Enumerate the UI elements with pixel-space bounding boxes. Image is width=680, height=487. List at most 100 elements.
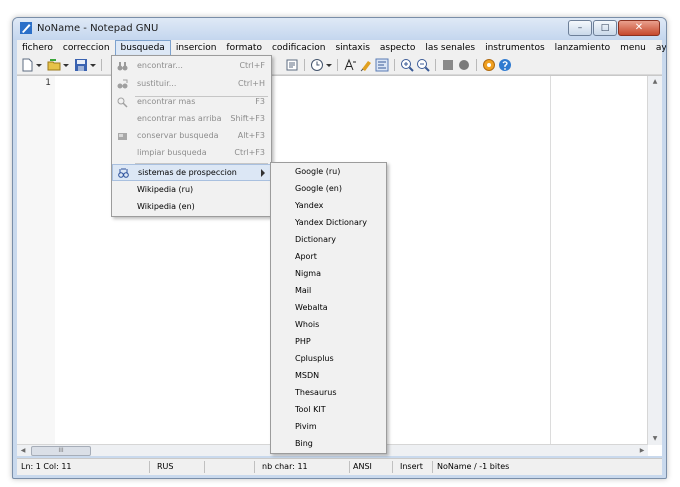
title-bar[interactable]: NoName - Notepad GNU – □ ✕	[13, 18, 666, 40]
menu-item-label: conservar busqueda	[137, 131, 219, 140]
menu-lanzamiento[interactable]: lanzamiento	[550, 40, 616, 56]
menu-correccion[interactable]: correccion	[58, 40, 115, 56]
menu-item-encontrar-mas-arriba[interactable]: encontrar mas arriba Shift+F3	[112, 111, 271, 128]
submenu-item-label: PHP	[295, 337, 311, 346]
new-file-icon[interactable]	[20, 58, 34, 72]
stop-icon[interactable]	[441, 58, 455, 72]
menu-item-sustituir[interactable]: sustituir... Ctrl+H	[112, 76, 271, 93]
status-separator	[254, 461, 255, 473]
menu-item-label: encontrar mas arriba	[137, 114, 222, 123]
menu-instrumentos[interactable]: instrumentos	[480, 40, 550, 56]
menu-item-sistemas-de-prospeccion[interactable]: sistemas de prospeccion	[112, 164, 271, 181]
menu-item-encontrar-mas[interactable]: encontrar mas F3	[112, 94, 271, 111]
clock-dropdown-icon[interactable]	[325, 58, 333, 72]
menu-item-limpiar-busqueda[interactable]: limpiar busqueda Ctrl+F3	[112, 145, 271, 162]
submenu-item-msdn[interactable]: MSDN	[271, 368, 386, 385]
record-icon[interactable]	[457, 58, 471, 72]
clock-icon[interactable]	[310, 58, 324, 72]
menu-codificacion[interactable]: codificacion	[267, 40, 330, 56]
scroll-left-icon[interactable]: ◀	[17, 445, 29, 456]
menu-aspecto[interactable]: aspecto	[375, 40, 420, 56]
submenu-item-label: MSDN	[295, 371, 320, 380]
menu-las-senales[interactable]: las senales	[420, 40, 480, 56]
menu-item-conservar-busqueda[interactable]: conservar busqueda Alt+F3	[112, 128, 271, 145]
menu-item-label: encontrar...	[137, 61, 183, 70]
submenu-item-pivim[interactable]: Pivim	[271, 419, 386, 436]
menu-item-wikipedia-en[interactable]: Wikipedia (en)	[112, 199, 271, 216]
submenu-item-tool-kit[interactable]: Tool KIT	[271, 402, 386, 419]
line-number: 1	[45, 78, 51, 88]
submenu-item-cplusplus[interactable]: Cplusplus	[271, 351, 386, 368]
submenu-item-label: Google (ru)	[295, 167, 341, 176]
menu-item-wikipedia-ru[interactable]: Wikipedia (ru)	[112, 182, 271, 199]
toolbar-separator	[304, 59, 305, 71]
line-number-gutter: 1	[17, 76, 55, 445]
close-icon: ✕	[634, 22, 644, 33]
submenu-item-dictionary[interactable]: Dictionary	[271, 232, 386, 249]
replace-icon	[117, 79, 128, 89]
search-engines-icon	[118, 168, 129, 178]
horizontal-scroll-thumb[interactable]: III	[31, 446, 91, 456]
font-size-icon[interactable]	[343, 58, 357, 72]
menu-busqueda[interactable]: busqueda	[114, 40, 171, 56]
status-file-info: NoName / -1 bites	[437, 462, 510, 471]
print-preview-icon[interactable]	[285, 58, 299, 72]
save-dropdown-icon[interactable]	[89, 58, 97, 72]
menu-insercion[interactable]: insercion	[171, 40, 222, 56]
submenu-item-label: Yandex	[295, 201, 324, 210]
open-folder-icon[interactable]	[47, 58, 61, 72]
menu-menu[interactable]: menu	[615, 40, 651, 56]
submenu-item-webalta[interactable]: Webalta	[271, 300, 386, 317]
zoom-out-icon[interactable]	[416, 58, 430, 72]
status-mode: Insert	[400, 462, 423, 471]
menu-formato[interactable]: formato	[221, 40, 267, 56]
menu-sintaxis[interactable]: sintaxis	[330, 40, 374, 56]
submenu-item-label: Tool KIT	[295, 405, 326, 414]
highlighter-icon[interactable]	[359, 58, 373, 72]
toolbar-separator	[476, 59, 477, 71]
close-button[interactable]: ✕	[618, 20, 660, 36]
submenu-item-mail[interactable]: Mail	[271, 283, 386, 300]
scroll-right-icon[interactable]: ▶	[636, 445, 648, 456]
settings-icon[interactable]	[482, 58, 496, 72]
status-separator	[432, 461, 433, 473]
save-icon[interactable]	[74, 58, 88, 72]
menu-item-encontrar[interactable]: encontrar... Ctrl+F	[112, 58, 271, 75]
submenu-item-whois[interactable]: Whois	[271, 317, 386, 334]
status-separator	[392, 461, 393, 473]
maximize-button[interactable]: □	[593, 20, 617, 36]
submenu-item-yandex-dictionary[interactable]: Yandex Dictionary	[271, 215, 386, 232]
open-dropdown-icon[interactable]	[62, 58, 70, 72]
search-engines-submenu: Google (ru) Google (en) Yandex Yandex Di…	[270, 162, 387, 454]
zoom-in-icon[interactable]	[400, 58, 414, 72]
menu-item-shortcut: Shift+F3	[230, 114, 265, 123]
menu-item-label: limpiar busqueda	[137, 148, 207, 157]
submenu-item-nigma[interactable]: Nigma	[271, 266, 386, 283]
busqueda-menu: encontrar... Ctrl+F sustituir... Ctrl+H …	[111, 55, 272, 217]
submenu-item-label: Bing	[295, 439, 313, 448]
submenu-item-label: Thesaurus	[295, 388, 337, 397]
submenu-item-bing[interactable]: Bing	[271, 436, 386, 453]
submenu-item-google-ru[interactable]: Google (ru)	[271, 164, 386, 181]
scroll-down-icon[interactable]: ▼	[648, 433, 662, 445]
status-language: RUS	[157, 462, 174, 471]
wrap-text-icon[interactable]	[375, 58, 389, 72]
submenu-item-thesaurus[interactable]: Thesaurus	[271, 385, 386, 402]
menu-fichero[interactable]: fichero	[17, 40, 58, 56]
menu-ayuda[interactable]: ayuda	[651, 40, 666, 56]
pin-search-icon	[118, 133, 127, 140]
submenu-item-label: Cplusplus	[295, 354, 334, 363]
submenu-item-aport[interactable]: Aport	[271, 249, 386, 266]
help-icon[interactable]	[498, 58, 512, 72]
minimize-button[interactable]: –	[568, 20, 592, 36]
new-dropdown-icon[interactable]	[35, 58, 43, 72]
scroll-up-icon[interactable]: ▲	[648, 76, 662, 88]
vertical-scrollbar[interactable]: ▲ ▼	[647, 76, 662, 445]
menu-item-shortcut: Alt+F3	[237, 131, 265, 140]
submenu-item-label: Google (en)	[295, 184, 342, 193]
submenu-item-google-en[interactable]: Google (en)	[271, 181, 386, 198]
submenu-item-yandex[interactable]: Yandex	[271, 198, 386, 215]
submenu-item-label: Yandex Dictionary	[295, 218, 367, 227]
submenu-item-php[interactable]: PHP	[271, 334, 386, 351]
submenu-item-label: Dictionary	[295, 235, 337, 244]
